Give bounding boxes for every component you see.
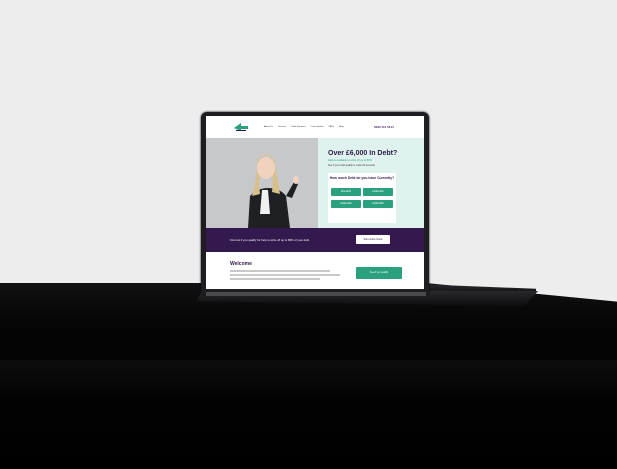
hero-headline: Over £6,000 In Debt? (328, 150, 398, 157)
debt-question: How much Debt do you have Currently? (329, 176, 395, 180)
debt-option-button[interactable]: £40k-£60k (363, 200, 393, 208)
nav-links: About Us Services Debt Solutions Case St… (264, 126, 344, 128)
debt-option-button[interactable]: £10k-£20k (363, 188, 393, 196)
qualify-button[interactable]: See if you qualify (356, 267, 402, 279)
site-nav: About Us Services Debt Solutions Case St… (206, 116, 424, 138)
nav-link[interactable]: Case Studies (311, 126, 324, 128)
nav-link[interactable]: Services (278, 126, 286, 128)
debt-option-button[interactable]: £20k-£40k (331, 200, 361, 208)
laptop-screen: About Us Services Debt Solutions Case St… (206, 116, 424, 289)
camera-notch (299, 112, 321, 116)
hero-photo (206, 138, 318, 228)
debt-option-button[interactable]: £6k-£10k (331, 188, 361, 196)
nav-link[interactable]: Debt Solutions (291, 126, 305, 128)
laptop-lid: About Us Services Debt Solutions Case St… (201, 112, 429, 294)
text-line (230, 278, 320, 280)
phone-number[interactable]: 0330 111 5414 (374, 125, 394, 129)
hero-content: Over £6,000 In Debt? Help is available t… (318, 138, 424, 228)
hero-section: Over £6,000 In Debt? Help is available t… (206, 138, 424, 228)
text-line (230, 274, 340, 276)
hero-subline-2: See if you could qualify in under 60 sec… (328, 164, 375, 167)
leaf-arrow-logo-icon (234, 123, 248, 131)
cta-band-text: Find out if you qualify for help to writ… (230, 238, 310, 242)
laptop-hinge (206, 292, 426, 296)
welcome-section: Welcome See if you qualify (206, 252, 424, 289)
debt-question-card: How much Debt do you have Currently? £6k… (328, 173, 396, 223)
scene: About Us Services Debt Solutions Case St… (0, 0, 617, 469)
hero-subline: Help is available to write off up to 80% (328, 159, 372, 162)
table-reflection (0, 360, 617, 400)
nav-link[interactable]: Blog (339, 126, 343, 128)
cta-band: Find out if you qualify for help to writ… (206, 228, 424, 252)
welcome-heading: Welcome (230, 261, 252, 267)
text-line (230, 270, 330, 272)
woman-portrait-image (206, 138, 318, 228)
start-check-button[interactable]: Start online check (356, 235, 390, 244)
nav-link[interactable]: FAQs (329, 126, 334, 128)
nav-link[interactable]: About Us (264, 126, 273, 128)
